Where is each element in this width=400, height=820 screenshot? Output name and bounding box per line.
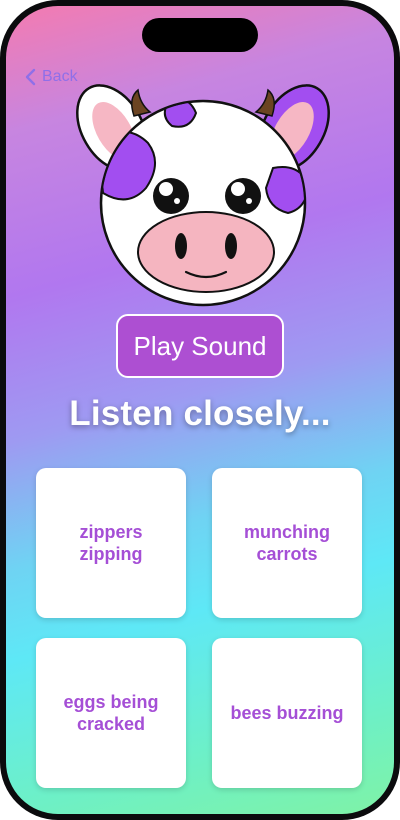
dynamic-island [142, 18, 258, 52]
cow-left-horn [131, 88, 152, 117]
play-sound-button[interactable]: Play Sound [116, 314, 284, 378]
answer-card-4[interactable]: bees buzzing [212, 638, 362, 788]
device-frame: Back Play Sound Listen closely... zipper… [0, 0, 400, 820]
app-screen: Back Play Sound Listen closely... zipper… [6, 6, 394, 814]
cow-right-nostril [225, 233, 237, 259]
cow-right-horn [254, 88, 275, 117]
cow-nose [137, 211, 275, 293]
answer-card-3[interactable]: eggs being cracked [36, 638, 186, 788]
cow-left-eye [153, 178, 189, 214]
chevron-left-icon [25, 68, 36, 86]
cow-right-eye [225, 178, 261, 214]
answer-card-2[interactable]: munching carrots [212, 468, 362, 618]
cow-left-nostril [175, 233, 187, 259]
answer-card-1[interactable]: zippers zipping [36, 468, 186, 618]
cow-mascot-image [76, 84, 330, 307]
prompt-heading: Listen closely... [69, 394, 331, 433]
